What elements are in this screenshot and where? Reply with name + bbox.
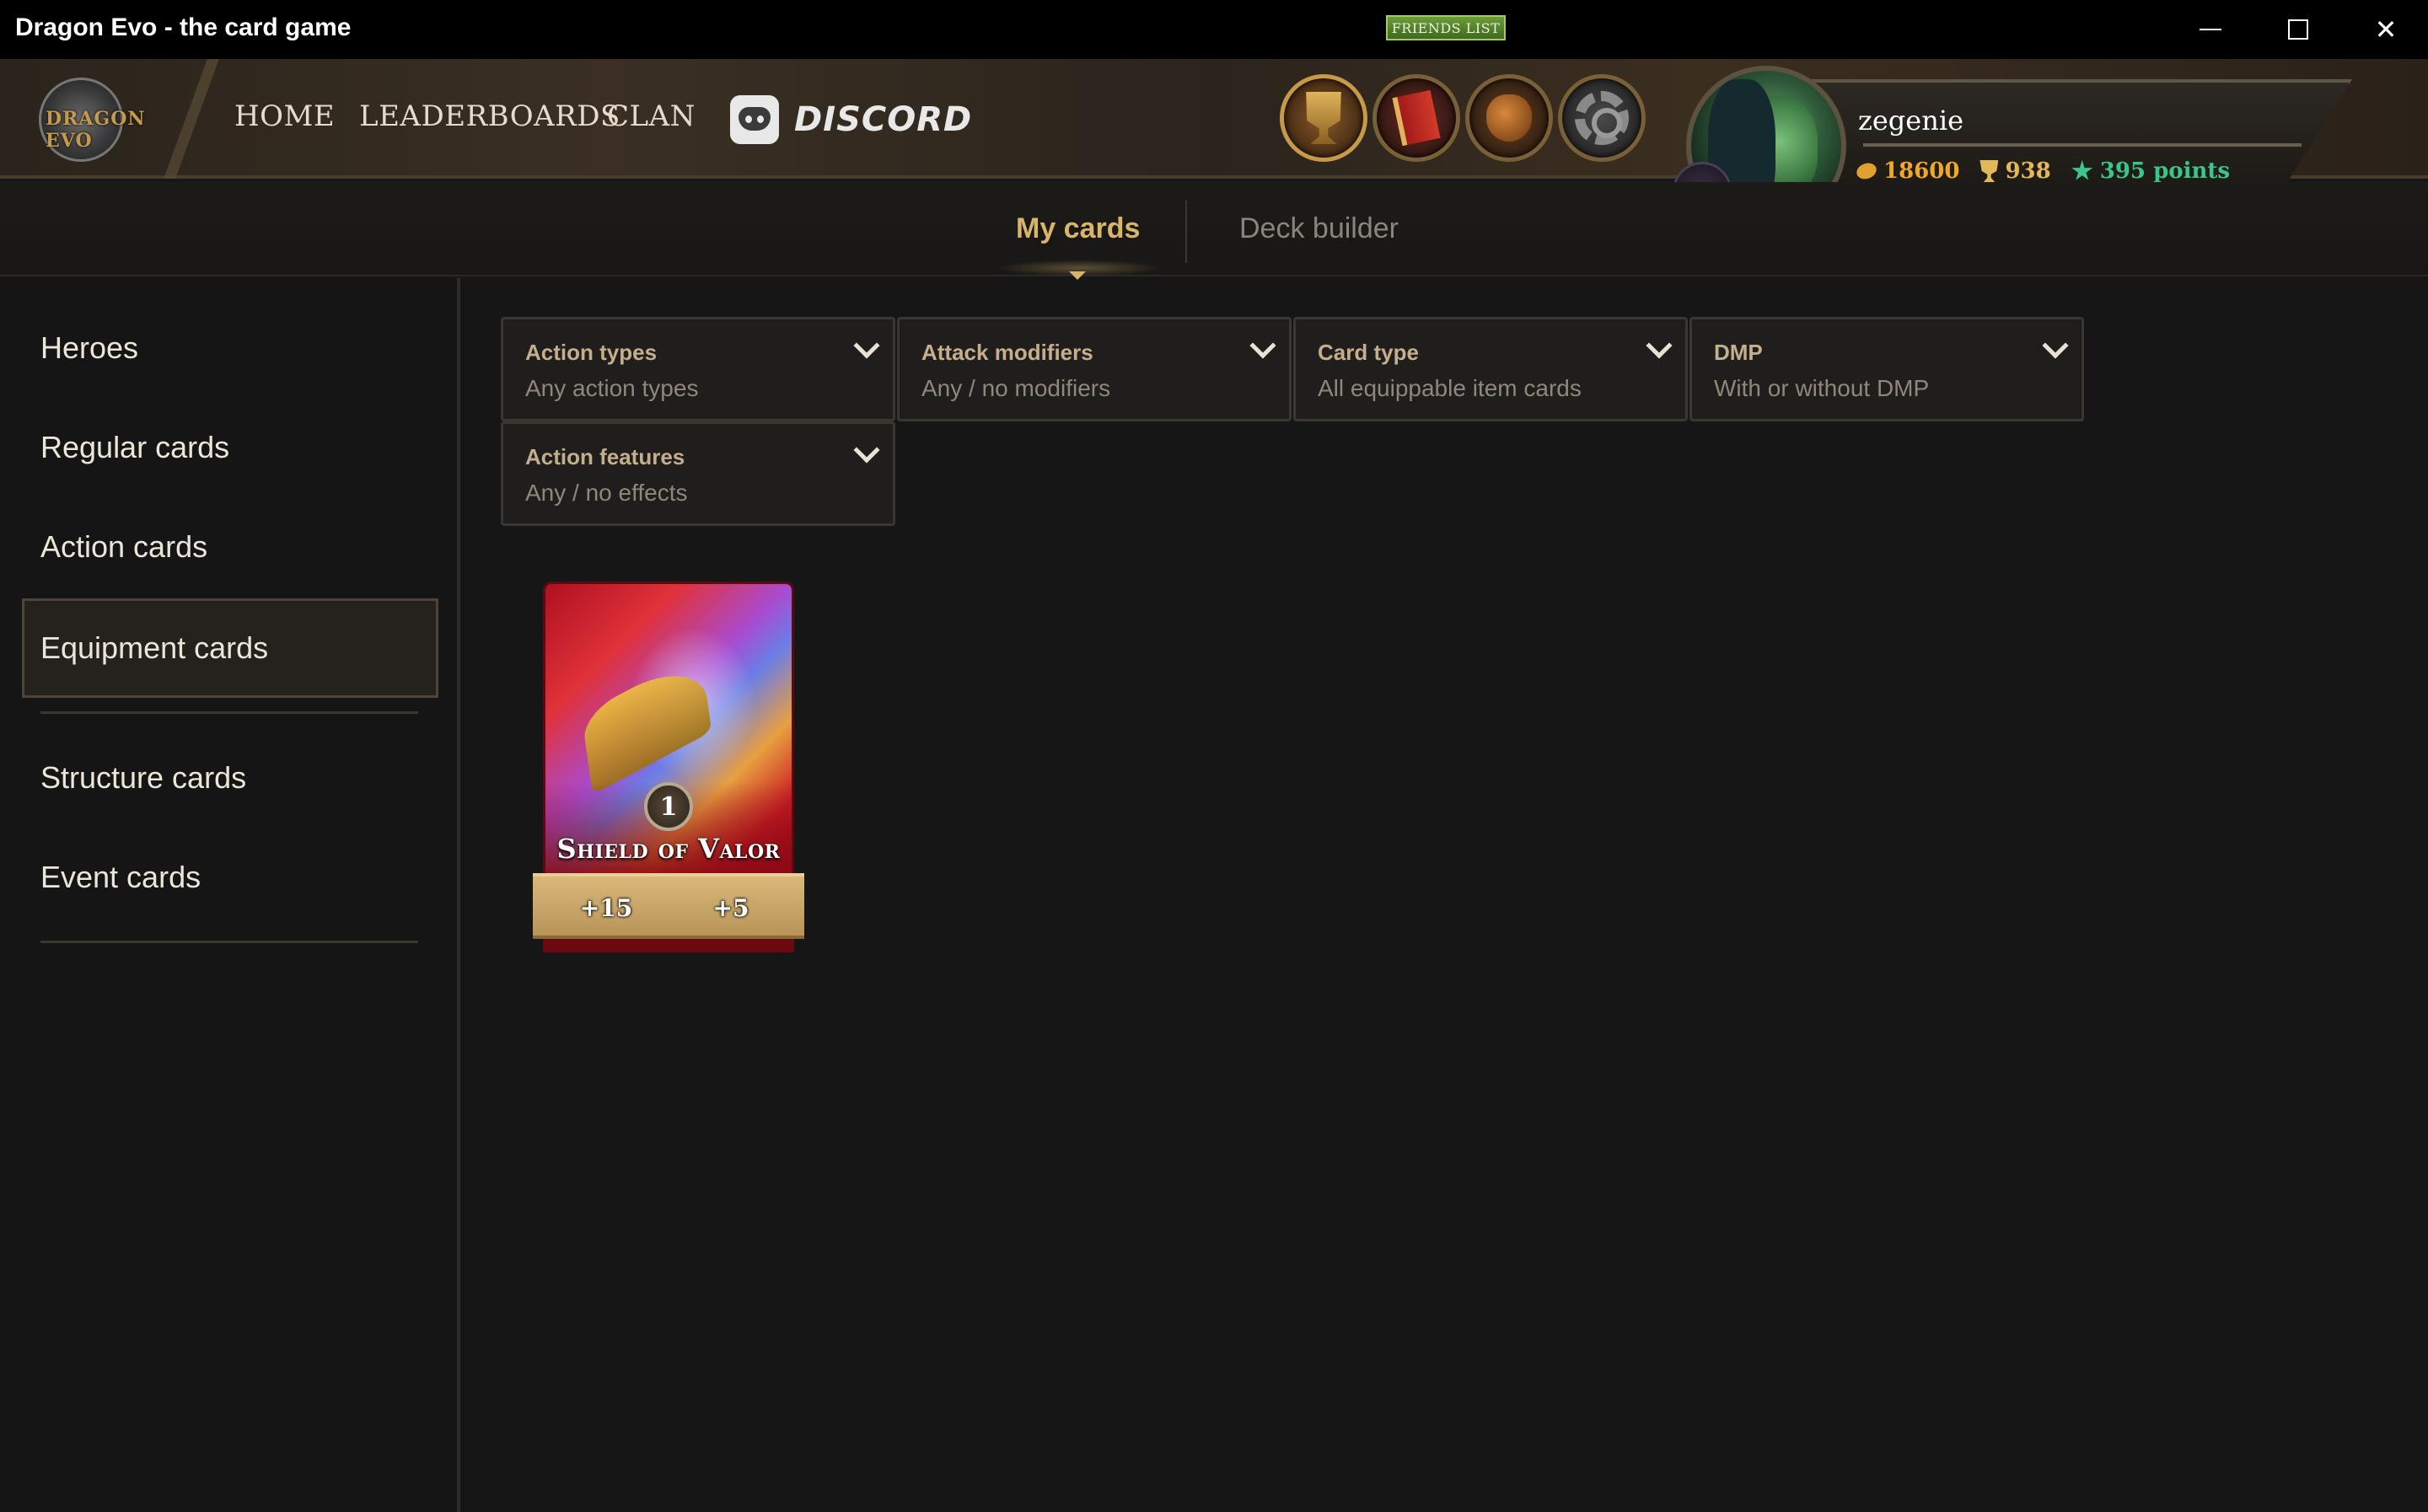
filter-dmp[interactable]: DMP With or without DMP: [1689, 317, 2084, 421]
points-stat: 395 points: [2071, 158, 2230, 184]
close-button[interactable]: ✕: [2342, 0, 2428, 59]
trophy-icon: [1306, 92, 1341, 144]
filter-value: With or without DMP: [1714, 375, 1930, 401]
book-icon: [1392, 89, 1441, 147]
settings-button[interactable]: [1558, 74, 1646, 162]
bag-icon: [1486, 94, 1532, 142]
chevron-down-icon: [853, 437, 880, 464]
friends-list-button[interactable]: FRIENDS LIST: [1386, 15, 1506, 40]
sidebar-divider: [40, 941, 418, 943]
game-logo[interactable]: DRAGON EVO: [32, 69, 158, 169]
filter-action-types[interactable]: Action types Any action types: [501, 317, 895, 421]
sidebar-item-equipment-cards[interactable]: Equipment cards: [40, 630, 268, 666]
sidebar-item-heroes[interactable]: Heroes: [40, 330, 138, 366]
filter-value: Any / no effects: [525, 480, 688, 506]
maximize-icon: [2288, 19, 2308, 40]
card-shield-of-valor[interactable]: 1 Shield of Valor +15 +5: [533, 582, 804, 952]
tab-deck-builder[interactable]: Deck builder: [1239, 212, 1399, 245]
book-button[interactable]: [1372, 74, 1460, 162]
filter-label: Action types: [525, 340, 658, 365]
tab-bar: My cards Deck builder: [0, 182, 2428, 280]
profile-stats: 18600 938 395 points: [1854, 158, 2230, 184]
nav-clan[interactable]: CLAN: [607, 99, 696, 133]
close-icon: ✕: [2374, 14, 2398, 45]
maximize-button[interactable]: [2254, 0, 2342, 59]
filter-label: Card type: [1318, 340, 1419, 365]
category-sidebar: Heroes Regular cards Action cards Equipm…: [0, 278, 460, 1512]
sidebar-item-event-cards[interactable]: Event cards: [40, 860, 201, 895]
sidebar-item-action-cards[interactable]: Action cards: [40, 529, 207, 565]
minimize-icon: [2200, 29, 2221, 30]
window-titlebar: Dragon Evo - the card game ✕: [0, 0, 2428, 59]
sidebar-item-structure-cards[interactable]: Structure cards: [40, 760, 246, 796]
card-name: Shield of Valor: [556, 833, 781, 865]
card-stats-bar: +15 +5: [533, 873, 804, 939]
gold-value: 18600: [1883, 158, 1960, 184]
card-bonus-stat: +5: [701, 888, 760, 927]
tab-separator: [1185, 201, 1187, 263]
chevron-down-icon: [1249, 332, 1276, 359]
filter-label: DMP: [1714, 340, 1763, 365]
filter-label: Action features: [525, 444, 685, 469]
sidebar-item-regular-cards[interactable]: Regular cards: [40, 430, 229, 465]
filter-label: Attack modifiers: [921, 340, 1093, 365]
discord-icon: [730, 95, 779, 144]
username: zegenie: [1858, 105, 1963, 137]
trophy-button[interactable]: [1280, 74, 1367, 162]
gear-icon: [1575, 91, 1629, 145]
trophy-value: 938: [2005, 158, 2051, 184]
filter-action-features[interactable]: Action features Any / no effects: [501, 421, 895, 526]
discord-link[interactable]: DISCORD: [730, 93, 972, 147]
card-cost-badge: 1: [644, 782, 693, 831]
sidebar-divider: [40, 711, 418, 714]
window-title: Dragon Evo - the card game: [15, 13, 352, 41]
star-icon: [2071, 160, 2093, 180]
nav-leaderboards[interactable]: LEADERBOARDS: [359, 99, 620, 133]
discord-label: DISCORD: [794, 100, 973, 139]
trophy-small-icon: [1979, 160, 1999, 182]
logo-text: DRAGON EVO: [46, 108, 146, 152]
bag-button[interactable]: [1465, 74, 1553, 162]
minimize-button[interactable]: [2167, 0, 2254, 59]
gold-stat: 18600: [1854, 158, 1960, 184]
card-defense-stat: +15: [577, 888, 636, 927]
chevron-down-icon: [1646, 332, 1673, 359]
filter-value: All equippable item cards: [1318, 375, 1582, 401]
trophy-stat: 938: [1979, 158, 2051, 184]
card-bottom-edge: [543, 939, 794, 952]
filter-attack-modifiers[interactable]: Attack modifiers Any / no modifiers: [897, 317, 1292, 421]
chevron-down-icon: [853, 332, 880, 359]
tab-my-cards[interactable]: My cards: [1016, 212, 1140, 245]
active-tab-indicator: [1069, 271, 1086, 280]
filter-card-type[interactable]: Card type All equippable item cards: [1293, 317, 1688, 421]
nav-home[interactable]: HOME: [234, 99, 335, 133]
profile-divider: [1863, 143, 2302, 147]
filter-value: Any action types: [525, 375, 699, 401]
points-value: 395 points: [2099, 158, 2231, 184]
chevron-down-icon: [2042, 332, 2069, 359]
coin-icon: [1854, 160, 1879, 182]
filter-value: Any / no modifiers: [921, 375, 1111, 401]
